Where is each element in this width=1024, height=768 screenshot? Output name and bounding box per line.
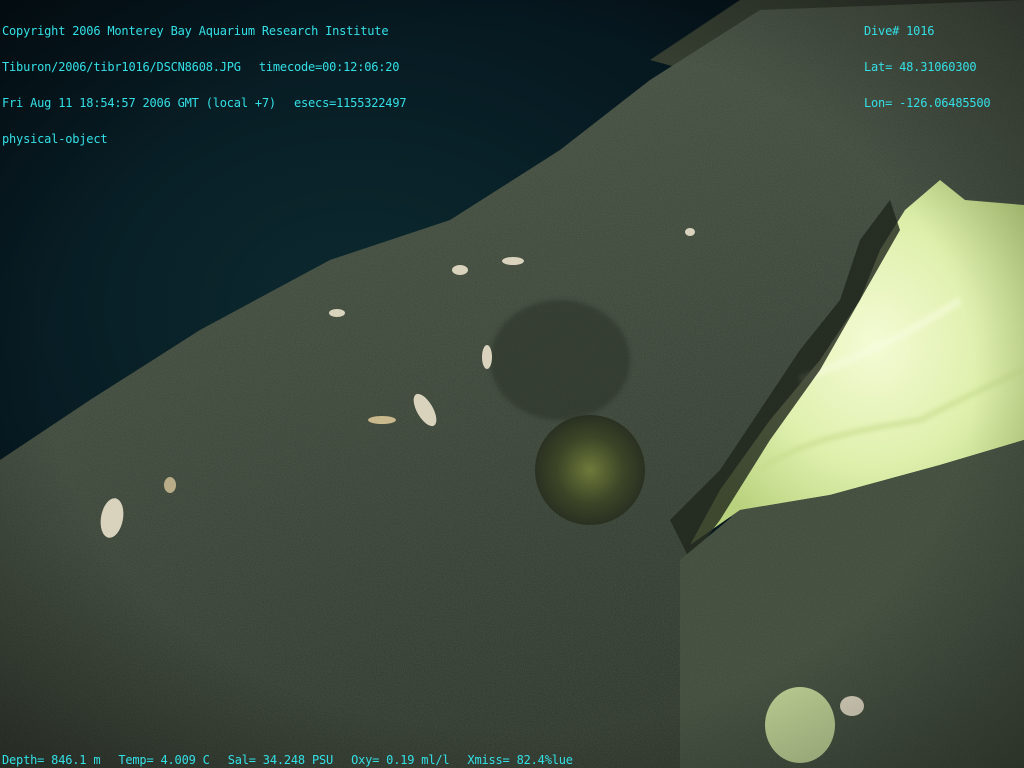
copyright-text: Copyright 2006 Monterey Bay Aquarium Res… bbox=[2, 24, 389, 38]
seafloor-photo-frame: Copyright 2006 Monterey Bay Aquarium Res… bbox=[0, 0, 1024, 768]
latitude-text: Lat= 48.31060300 bbox=[864, 60, 977, 74]
longitude-text: Lon= -126.06485500 bbox=[864, 96, 991, 110]
transmissometer-text: Xmiss= 82.4%lue bbox=[467, 753, 573, 767]
category-text: physical-object bbox=[2, 132, 108, 146]
metadata-top-right: Dive# 1016 Lat= 48.31060300 Lon= -126.06… bbox=[864, 1, 991, 133]
timecode-text: timecode=00:12:06:20 bbox=[258, 60, 400, 74]
temperature-text: Temp= 4.009 C bbox=[118, 753, 210, 767]
dive-number-text: Dive# 1016 bbox=[864, 24, 935, 38]
image-path-text: Tiburon/2006/tibr1016/DSCN8608.JPG bbox=[2, 60, 241, 74]
esecs-text: esecs=1155322497 bbox=[293, 96, 407, 110]
oxygen-text: Oxy= 0.19 ml/l bbox=[351, 753, 450, 767]
metadata-bottom: Depth= 846.1 m Temp= 4.009 C Sal= 34.248 P… bbox=[2, 754, 573, 766]
depth-text: Depth= 846.1 m bbox=[2, 753, 101, 767]
metadata-top-left: Copyright 2006 Monterey Bay Aquarium Res… bbox=[2, 1, 407, 169]
datetime-text: Fri Aug 11 18:54:57 2006 GMT (local +7) bbox=[2, 96, 276, 110]
salinity-text: Sal= 34.248 PSU bbox=[227, 753, 334, 767]
